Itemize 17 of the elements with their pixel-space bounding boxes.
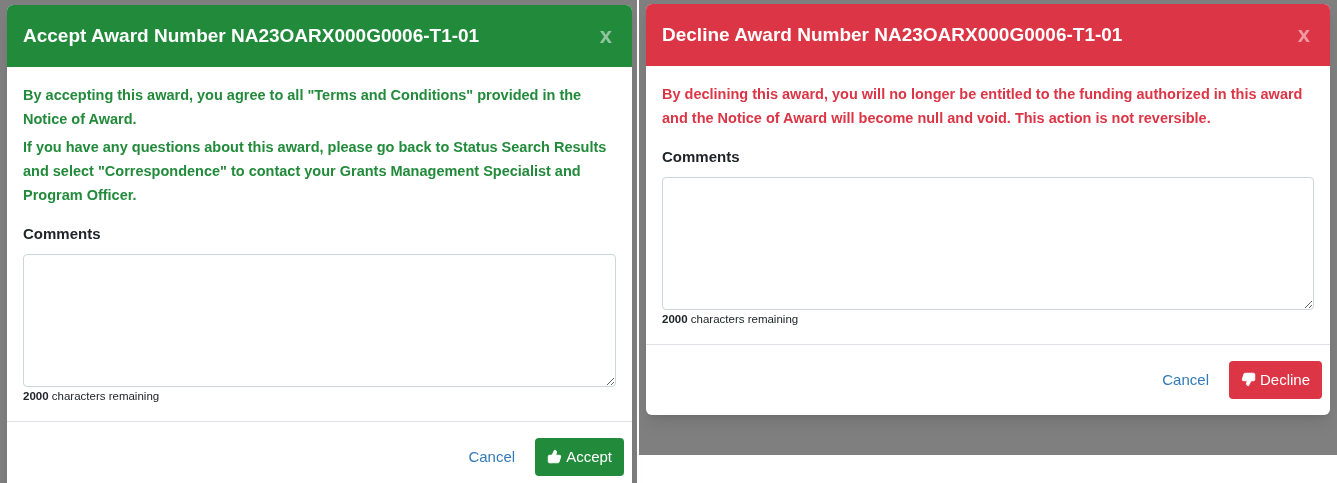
notice-message: By declining this award, you will no longer be entitled to the funding authorized in this award and the Notice of Award will become null and void. This action is not reversible.	[662, 85, 1304, 128]
notice-message: If you have any questions about this award, please go back to Status Search Results and select "Correspondence" to contact your Grants Management Specialist and Program Officer.	[23, 138, 608, 205]
notice-message: By accepting this award, you agree to all "Terms and Conditions" provided in the Notice of Award.	[23, 86, 583, 129]
cancel-link[interactable]: Cancel	[1162, 368, 1209, 391]
characters-remaining: 2000 characters remaining	[23, 388, 161, 404]
comments-label: Comments	[662, 147, 741, 167]
comments-field[interactable]	[662, 176, 1314, 310]
decline-button[interactable]: Decline	[1228, 360, 1322, 399]
comments-field[interactable]	[23, 253, 616, 387]
thumbs-up-icon	[547, 449, 563, 465]
characters-remaining: 2000 characters remaining	[662, 311, 800, 327]
cancel-link[interactable]: Cancel	[468, 445, 516, 468]
comments-label: Comments	[23, 224, 102, 244]
dialog-title: Accept Award Number NA23OARX000G0006-T1-01	[23, 23, 480, 48]
thumbs-down-icon	[1240, 372, 1256, 388]
accept-button[interactable]: Accept	[535, 437, 624, 476]
dialog-title: Decline Award Number NA23OARX000G0006-T1-01	[662, 22, 1123, 47]
